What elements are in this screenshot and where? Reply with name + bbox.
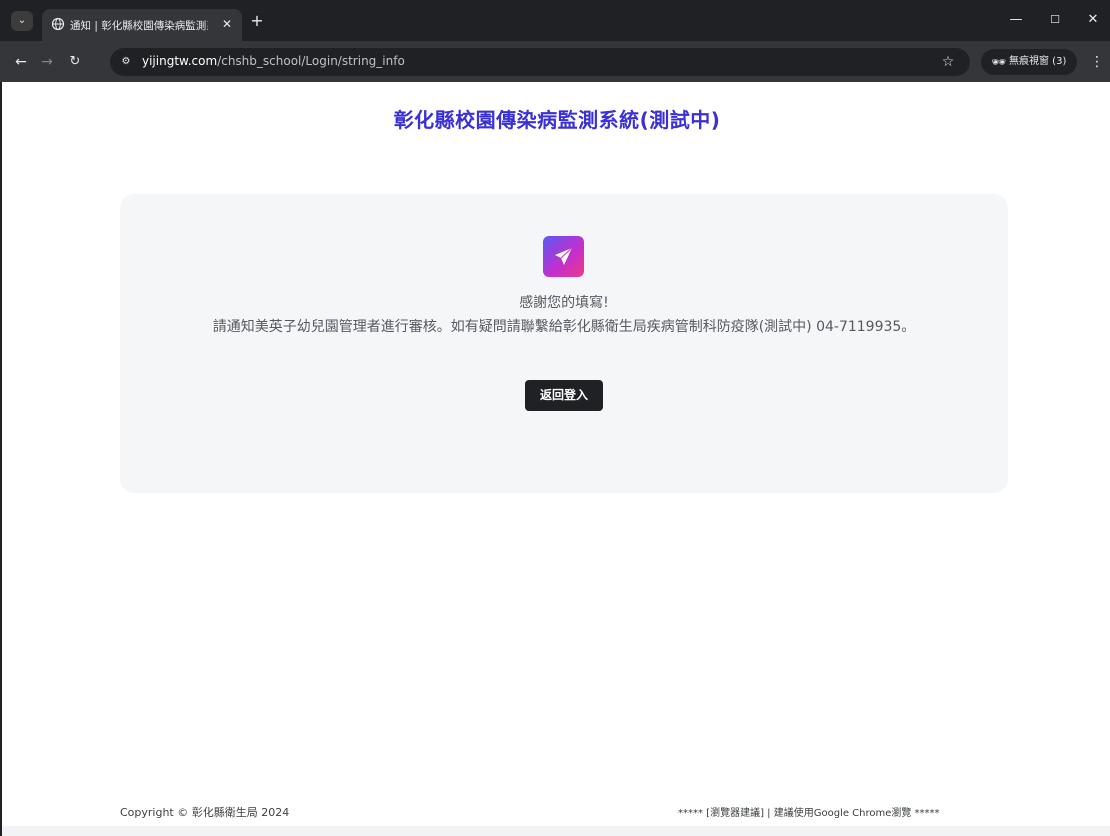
kebab-menu-icon[interactable]: ⋮	[1090, 51, 1104, 73]
address-bar[interactable]: ⚙ yijingtw.com/chshb_school/Login/string…	[110, 48, 970, 76]
tab-title: 通知 | 彰化縣校園傳染病監測系	[70, 20, 208, 32]
bottom-divider	[2, 826, 1110, 836]
incognito-badge[interactable]: 🕶 無痕視窗 (3)	[981, 49, 1077, 75]
maximize-icon[interactable]: ☐	[1044, 10, 1066, 30]
window-close-icon[interactable]: ✕	[1082, 10, 1104, 30]
incognito-icon: 🕶	[991, 55, 1007, 69]
reload-icon[interactable]: ↻	[64, 51, 86, 73]
thanks-message: 感謝您的填寫!	[519, 295, 609, 311]
url-path: /chshb_school/Login/string_info	[217, 54, 405, 68]
tab-search-chevron-icon[interactable]: ⌄	[11, 11, 33, 31]
new-tab-plus-icon[interactable]: +	[247, 11, 267, 31]
page-title: 彰化縣校園傳染病監測系統(測試中)	[393, 108, 721, 132]
url-text: yijingtw.com/chshb_school/Login/string_i…	[142, 54, 405, 68]
notice-message: 請通知美英子幼兒園管理者進行審核。如有疑問請聯繫給彰化縣衛生局疾病管制科防疫隊(…	[212, 319, 916, 335]
bookmark-star-icon[interactable]: ☆	[938, 52, 958, 72]
browser-tab-bar: ⌄ 通知 | 彰化縣校園傳染病監測系 ✕ + — ☐ ✕	[0, 0, 1110, 41]
browser-tab-active[interactable]: 通知 | 彰化縣校園傳染病監測系 ✕	[42, 9, 242, 41]
minimize-icon[interactable]: —	[1005, 10, 1027, 30]
footer-copyright: Copyright © 彰化縣衛生局 2024	[120, 806, 290, 819]
notice-card: 感謝您的填寫! 請通知美英子幼兒園管理者進行審核。如有疑問請聯繫給彰化縣衛生局疾…	[120, 194, 1008, 493]
browser-toolbar: ← → ↻ ⚙ yijingtw.com/chshb_school/Login/…	[0, 41, 1110, 82]
forward-arrow-icon[interactable]: →	[36, 51, 58, 73]
site-info-icon[interactable]: ⚙	[118, 54, 134, 70]
url-host: yijingtw.com	[142, 54, 218, 68]
paper-plane-icon	[543, 236, 584, 277]
footer-browser-advice: ***** [瀏覽器建議] | 建議使用Google Chrome瀏覽 ****…	[678, 808, 940, 819]
globe-icon	[51, 17, 65, 31]
incognito-label: 無痕視窗 (3)	[1009, 56, 1067, 67]
tab-close-icon[interactable]: ✕	[218, 15, 236, 33]
back-arrow-icon[interactable]: ←	[10, 51, 32, 73]
page-content: 彰化縣校園傳染病監測系統(測試中) 感謝您的填寫! 請通知美英子幼兒園管理者進行…	[0, 82, 1110, 836]
back-to-login-button[interactable]: 返回登入	[525, 380, 603, 411]
